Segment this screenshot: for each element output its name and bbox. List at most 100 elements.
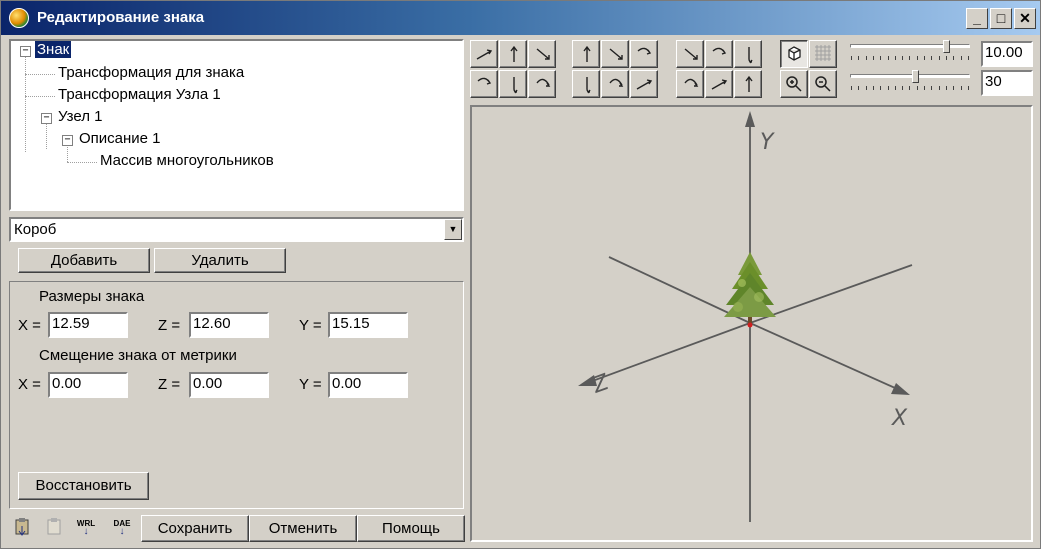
scale-slider[interactable]: [848, 40, 972, 64]
scale-slider-thumb[interactable]: [942, 40, 950, 53]
offset-z-field[interactable]: 0.00: [189, 372, 269, 398]
slider-tick: [872, 56, 874, 60]
shape-type-select[interactable]: Короб ▼: [9, 217, 464, 242]
shape-type-value: Короб: [14, 221, 57, 238]
delete-button[interactable]: Удалить: [154, 248, 286, 273]
slider-tick: [880, 86, 882, 90]
slider-tick: [887, 56, 889, 60]
clipboard-icon[interactable]: [43, 516, 65, 542]
close-button[interactable]: ✕: [1014, 8, 1036, 29]
rotate-x-down-icon[interactable]: [528, 40, 556, 68]
tree-line: [25, 74, 55, 75]
tree-node-node-transform[interactable]: Трансформация Узла 1: [58, 86, 221, 103]
slider-tick: [916, 56, 918, 60]
title-bar[interactable]: Редактирование знака _ □ ✕: [1, 1, 1040, 35]
slider-tick: [894, 86, 896, 90]
z-axis-back-line: [749, 264, 913, 324]
slider-tick: [851, 86, 852, 90]
slider-tick: [902, 56, 904, 60]
slider-tick: [916, 86, 918, 90]
tree-node-sign-transform[interactable]: Трансформация для знака: [58, 64, 244, 81]
editor-window: Редактирование знака _ □ ✕ − Знак Трансф…: [0, 0, 1041, 549]
offset-group-title: Смещение знака от метрики: [39, 347, 237, 364]
structure-tree[interactable]: − Знак Трансформация для знака Трансформ…: [9, 39, 464, 211]
scale-slider-track: [850, 44, 970, 48]
origin-point: [747, 322, 753, 328]
size-y-field[interactable]: 15.15: [328, 312, 408, 338]
offset-x-field[interactable]: 0.00: [48, 372, 128, 398]
slider-tick: [967, 86, 969, 90]
add-button[interactable]: Добавить: [18, 248, 150, 273]
view-yx-icon[interactable]: [734, 70, 762, 98]
offset-z-label: Z =: [158, 376, 181, 393]
rotate-z-ccw-icon[interactable]: [572, 40, 600, 68]
collapse-toggle[interactable]: −: [41, 113, 52, 124]
3d-viewport[interactable]: Y Z X: [470, 105, 1033, 542]
maximize-button[interactable]: □: [990, 8, 1012, 29]
app-globe-icon: [9, 8, 29, 28]
view-axes-icon[interactable]: [705, 70, 733, 98]
size-group-title: Размеры знака: [39, 288, 145, 305]
tree-model: [724, 252, 776, 323]
tree-node-description[interactable]: Описание 1: [79, 130, 161, 147]
help-button[interactable]: Помощь: [357, 515, 465, 542]
slider-tick: [953, 56, 955, 60]
angle-slider-thumb[interactable]: [912, 70, 920, 83]
x-axis-line: [749, 322, 905, 393]
rotate-y-ccw-icon[interactable]: [601, 40, 629, 68]
window-title: Редактирование знака: [37, 9, 205, 26]
angle-slider-track: [850, 74, 970, 78]
slider-tick: [851, 56, 852, 60]
x-axis-arrow: [891, 383, 910, 395]
save-button[interactable]: Сохранить: [141, 515, 249, 542]
tree-node-sign[interactable]: Знак: [35, 41, 72, 58]
size-x-field[interactable]: 12.59: [48, 312, 128, 338]
export-wrl-icon[interactable]: WRL ↓: [75, 516, 97, 542]
size-z-field[interactable]: 12.60: [189, 312, 269, 338]
rotate-z-cw-icon[interactable]: [572, 70, 600, 98]
offset-y-label: Y =: [299, 376, 322, 393]
dropdown-arrow-icon[interactable]: ▼: [444, 219, 462, 240]
view-xy-icon[interactable]: [734, 40, 762, 68]
collapse-toggle[interactable]: −: [20, 46, 31, 57]
zoom-in-icon[interactable]: [780, 70, 808, 98]
tree-line: [46, 123, 47, 149]
rotate-y-up-icon[interactable]: [499, 40, 527, 68]
tree-line: [67, 145, 68, 162]
slider-tick: [931, 56, 933, 60]
size-y-label: Y =: [299, 317, 322, 334]
rotate-x-cw-icon[interactable]: [630, 70, 658, 98]
rotate-y-cw-icon[interactable]: [601, 70, 629, 98]
tree-node-node1[interactable]: Узел 1: [58, 108, 103, 125]
tree-node-polygon-array[interactable]: Массив многоугольников: [100, 152, 274, 169]
angle-slider[interactable]: [848, 70, 972, 94]
cancel-button[interactable]: Отменить: [249, 515, 357, 542]
collapse-toggle[interactable]: −: [62, 135, 73, 146]
rotate-x-ccw-icon[interactable]: [630, 40, 658, 68]
rotate-zx-down-icon[interactable]: [470, 70, 498, 98]
rotate-x-up-icon[interactable]: [528, 70, 556, 98]
export-dae-icon[interactable]: DAE ↓: [111, 516, 133, 542]
offset-y-field[interactable]: 0.00: [328, 372, 408, 398]
view-yz-icon[interactable]: [676, 40, 704, 68]
slider-tick: [960, 56, 962, 60]
offset-x-label: X =: [18, 376, 41, 393]
slider-tick: [953, 86, 955, 90]
minimize-button[interactable]: _: [966, 8, 988, 29]
view-zx-icon[interactable]: [705, 40, 733, 68]
save-to-clipboard-icon[interactable]: [11, 516, 33, 542]
slider-tick: [938, 86, 940, 90]
slider-tick: [909, 56, 911, 60]
size-x-label: X =: [18, 317, 41, 334]
zoom-out-icon[interactable]: [809, 70, 837, 98]
view-zy-icon[interactable]: [676, 70, 704, 98]
angle-value-field[interactable]: 30: [981, 70, 1033, 96]
rotate-y-down-icon[interactable]: [499, 70, 527, 98]
restore-button[interactable]: Восстановить: [18, 472, 149, 500]
scale-value-field[interactable]: 10.00: [981, 41, 1033, 67]
grid-mode-icon[interactable]: [809, 40, 837, 68]
solid-mode-icon[interactable]: [780, 40, 808, 68]
rotate-zx-up-icon[interactable]: [470, 40, 498, 68]
parameters-group: Размеры знака X = 12.59 Z = 12.60 Y = 15…: [9, 281, 464, 509]
tree-line: [25, 56, 26, 152]
